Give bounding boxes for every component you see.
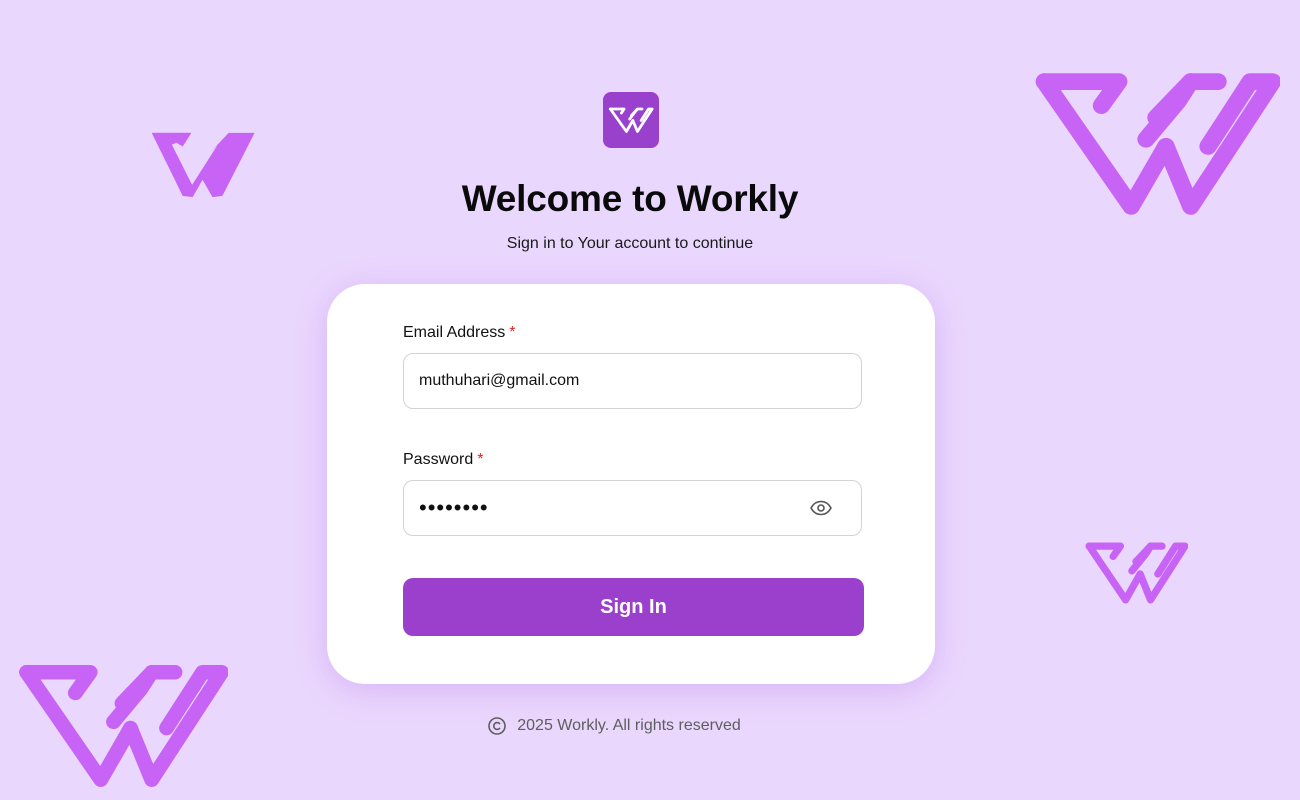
password-label: Password * [403, 451, 483, 469]
password-field[interactable]: •••••••• [403, 480, 862, 536]
email-label-text: Email Address [403, 324, 506, 341]
footer-text: 2025 Workly. All rights reserved [517, 717, 741, 734]
password-field-value: •••••••• [419, 495, 489, 520]
required-marker: * [477, 451, 484, 468]
workly-logo-icon [603, 92, 659, 148]
password-label-text: Password [403, 451, 474, 468]
page-subtitle: Sign in to Your account to continue [506, 235, 754, 252]
email-field-value: muthuhari@gmail.com [419, 372, 580, 389]
page-title: Welcome to Workly [461, 178, 799, 219]
email-label: Email Address * [403, 324, 516, 342]
copyright-icon [487, 716, 507, 736]
email-field[interactable]: muthuhari@gmail.com [403, 353, 862, 409]
background-w-logo-icon [1084, 542, 1188, 604]
footer: 2025 Workly. All rights reserved [0, 716, 1228, 736]
eye-icon[interactable] [809, 496, 833, 520]
required-marker: * [509, 324, 516, 341]
sign-in-card: Email Address * muthuhari@gmail.com Passw… [327, 284, 935, 684]
sign-in-button[interactable]: Sign In [403, 578, 864, 636]
